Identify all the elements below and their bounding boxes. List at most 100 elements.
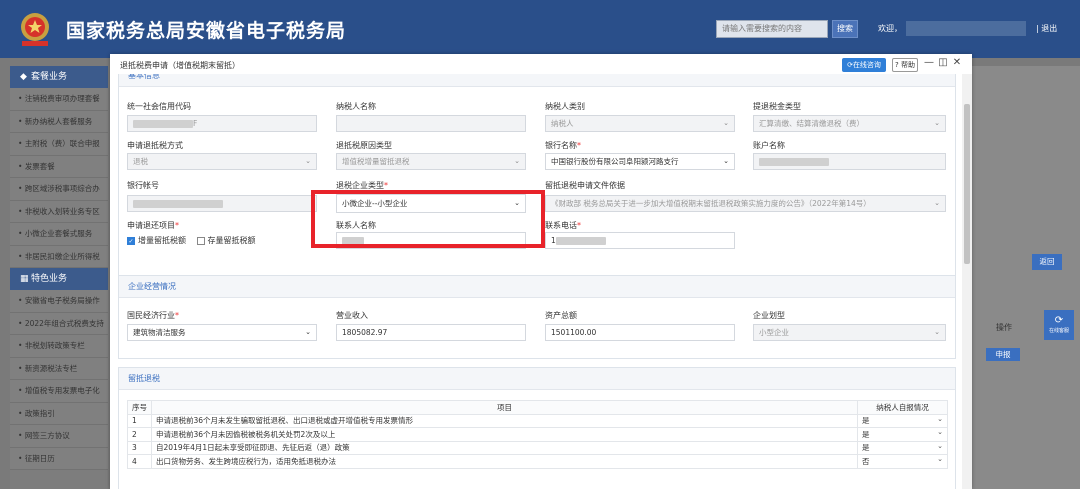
col-item-header: 项目 xyxy=(151,400,858,415)
account-no-field xyxy=(127,195,317,212)
phone-label: 联系电话* xyxy=(545,220,581,231)
online-consult-label: 在线咨询 xyxy=(852,61,881,69)
row-status-value: 是 xyxy=(862,416,870,426)
sidebar-item[interactable]: • 发票套餐 xyxy=(10,155,108,178)
online-service-button[interactable]: ⟳ 在线客服 xyxy=(1044,310,1074,340)
basis-label: 留抵退税申请文件依据 xyxy=(545,181,625,190)
row-item: 出口货物劳务、发生跨境应税行为，适用免抵退税办法 xyxy=(151,454,858,469)
sidebar-item[interactable]: • 新办纳税人套餐服务 xyxy=(10,110,108,133)
dialog-title: 退抵税费申请（增值税期末留抵） xyxy=(120,61,240,70)
sidebar-item[interactable]: • 主附税（费）联合申报 xyxy=(10,133,108,156)
checkbox-stock[interactable] xyxy=(196,236,205,245)
sidebar-item[interactable]: • 安徽省电子税务局操作 xyxy=(10,290,108,313)
checkbox-incremental-label: 增量留抵税额 xyxy=(138,236,186,245)
online-consult-button[interactable]: ⟳在线咨询 xyxy=(842,58,886,72)
sidebar-item[interactable]: • 非税划转政策专栏 xyxy=(10,335,108,358)
row-no: 3 xyxy=(127,440,152,455)
sidebar-item-label: 征期日历 xyxy=(24,453,55,463)
sidebar-item[interactable]: • 跨区域涉税事项综合办 xyxy=(10,178,108,201)
sidebar-section-special[interactable]: ▦ 特色业务 xyxy=(10,268,108,290)
table-row: 1 申请退税前36个月未发生骗取留抵退税、出口退税或虚开增值税专用发票情形 是 ⌄ xyxy=(127,413,948,428)
highlight-annotation xyxy=(311,190,545,248)
credit-code-field: F xyxy=(127,115,317,132)
row-status-select[interactable]: 否 ⌄ xyxy=(857,454,948,469)
sidebar-item-label: 主附税（费）联合申报 xyxy=(24,139,100,148)
reason-select: 增值税增量留抵退税 ⌄ xyxy=(336,153,526,170)
checkbox-stock-label: 存量留抵税额 xyxy=(207,236,256,245)
taxpayer-name-field xyxy=(336,115,526,132)
sidebar-item-label: 增值税专用发票电子化 xyxy=(24,386,100,395)
sidebar-item[interactable]: • 增值税专用发票电子化 xyxy=(10,380,108,403)
bank-name-label-text: 银行名称 xyxy=(545,141,577,150)
retained-refund-table: 序号 项目 纳税人自报情况 1 申请退税前36个月未发生骗取留抵退税、出口退税或… xyxy=(127,400,948,469)
chevron-down-icon: ⌄ xyxy=(305,328,311,336)
refund-application-dialog: 退抵税费申请（增值税期末留抵） ⟳在线咨询 ? 帮助 — ◫ ✕ 基本信息 统一… xyxy=(110,54,972,489)
row-status-select[interactable]: 是 ⌄ xyxy=(857,413,948,428)
row-status-select[interactable]: 是 ⌄ xyxy=(857,440,948,455)
chevron-down-icon: ⌄ xyxy=(934,328,940,336)
industry-label-text: 国民经济行业 xyxy=(127,311,175,320)
search-button[interactable]: 搜索 xyxy=(832,20,858,38)
operation-column-header: 操作 xyxy=(996,323,1012,332)
return-button[interactable]: 返回 xyxy=(1032,254,1062,270)
sidebar-item[interactable]: • 网签三方协议 xyxy=(10,425,108,448)
assets-field[interactable]: 1501100.00 xyxy=(545,324,735,341)
refresh-icon: ⟳ xyxy=(1054,315,1064,326)
phone-field[interactable]: 1 xyxy=(545,232,735,249)
required-mark: * xyxy=(577,141,581,150)
row-no: 4 xyxy=(127,454,152,469)
search-input[interactable]: 请输入需要搜索的内容 xyxy=(716,20,828,38)
account-name-field xyxy=(753,153,946,170)
table-row: 4 出口货物劳务、发生跨境应税行为，适用免抵退税办法 否 ⌄ xyxy=(127,454,948,469)
sidebar-item-label: 注销税费审项办理套餐 xyxy=(24,94,100,103)
close-icon[interactable]: ✕ xyxy=(952,57,962,68)
basis-value: 《财政部 税务总局关于进一步加大增值税期末留抵退税政策实施力度的公告》（2022… xyxy=(551,199,871,208)
declare-button[interactable]: 申报 xyxy=(986,348,1020,361)
sidebar-item[interactable]: • 新资源税法专栏 xyxy=(10,357,108,380)
help-button[interactable]: ? 帮助 xyxy=(892,58,918,72)
revenue-field[interactable]: 1805082.97 xyxy=(336,324,526,341)
sidebar-item[interactable]: • 注销税费审项办理套餐 xyxy=(10,88,108,111)
chevron-down-icon: ⌄ xyxy=(723,157,729,165)
dialog-scrollbar[interactable] xyxy=(962,74,972,489)
sidebar-item[interactable]: • 2022年组合式税费支持 xyxy=(10,312,108,335)
grid-icon: ▦ xyxy=(20,274,29,284)
sidebar-item-label: 安徽省电子税务局操作 xyxy=(24,296,100,305)
panel-title: 基本信息 xyxy=(119,74,955,87)
sidebar-section-package[interactable]: ◆ 套餐业务 xyxy=(10,66,108,88)
sidebar-item-label: 非税划转政策专栏 xyxy=(24,341,85,350)
sidebar-item[interactable]: • 征期日历 xyxy=(10,447,108,470)
minimize-icon[interactable]: — xyxy=(924,57,934,68)
row-status-value: 是 xyxy=(862,429,870,439)
chevron-down-icon: ⌄ xyxy=(934,119,940,127)
business-ops-panel: 企业经营情况 xyxy=(118,275,956,359)
industry-label: 国民经济行业* xyxy=(127,310,179,321)
sidebar-item[interactable]: • 小微企业套餐式服务 xyxy=(10,223,108,246)
refund-item-options: ✓ 增量留抵税额 存量留抵税额 xyxy=(127,235,256,246)
account-name-label: 账户名称 xyxy=(753,141,785,150)
reason-value: 增值税增量留抵退税 xyxy=(342,157,410,166)
package-icon: ◆ xyxy=(20,72,27,82)
sidebar-item-label: 新资源税法专栏 xyxy=(24,363,78,373)
scrollbar-thumb[interactable] xyxy=(964,104,970,264)
chevron-down-icon: ⌄ xyxy=(723,119,729,127)
industry-select[interactable]: 建筑物清洁服务 ⌄ xyxy=(127,324,317,341)
logout-link[interactable]: | 退出 xyxy=(1036,23,1057,34)
sidebar-item[interactable]: • 政策指引 xyxy=(10,402,108,425)
required-mark: * xyxy=(577,221,581,230)
chevron-down-icon: ⌄ xyxy=(937,428,943,436)
user-name-redacted xyxy=(906,21,1026,36)
refund-type-value: 汇算清缴、结算清缴退税（费） xyxy=(759,119,864,128)
row-status-select[interactable]: 是 ⌄ xyxy=(857,427,948,442)
chevron-down-icon: ⌄ xyxy=(305,157,311,165)
tax-emblem-icon xyxy=(21,13,49,46)
sidebar-item[interactable]: • 非税收入划转业务专区 xyxy=(10,200,108,223)
enterprise-type-label-text: 退税企业类型 xyxy=(336,181,384,190)
sidebar-item[interactable]: • 非居民扣缴企业所得税 xyxy=(10,245,108,268)
maximize-icon[interactable]: ◫ xyxy=(938,57,948,68)
panel-title: 企业经营情况 xyxy=(119,276,955,298)
checkbox-incremental[interactable]: ✓ xyxy=(127,236,135,245)
table-row: 2 申请退税前36个月未因偷税被税务机关处罚2次及以上 是 ⌄ xyxy=(127,427,948,442)
sidebar-section-label: 套餐业务 xyxy=(31,72,68,82)
bank-name-select[interactable]: 中国银行股份有限公司阜阳颍河路支行 ⌄ xyxy=(545,153,735,170)
